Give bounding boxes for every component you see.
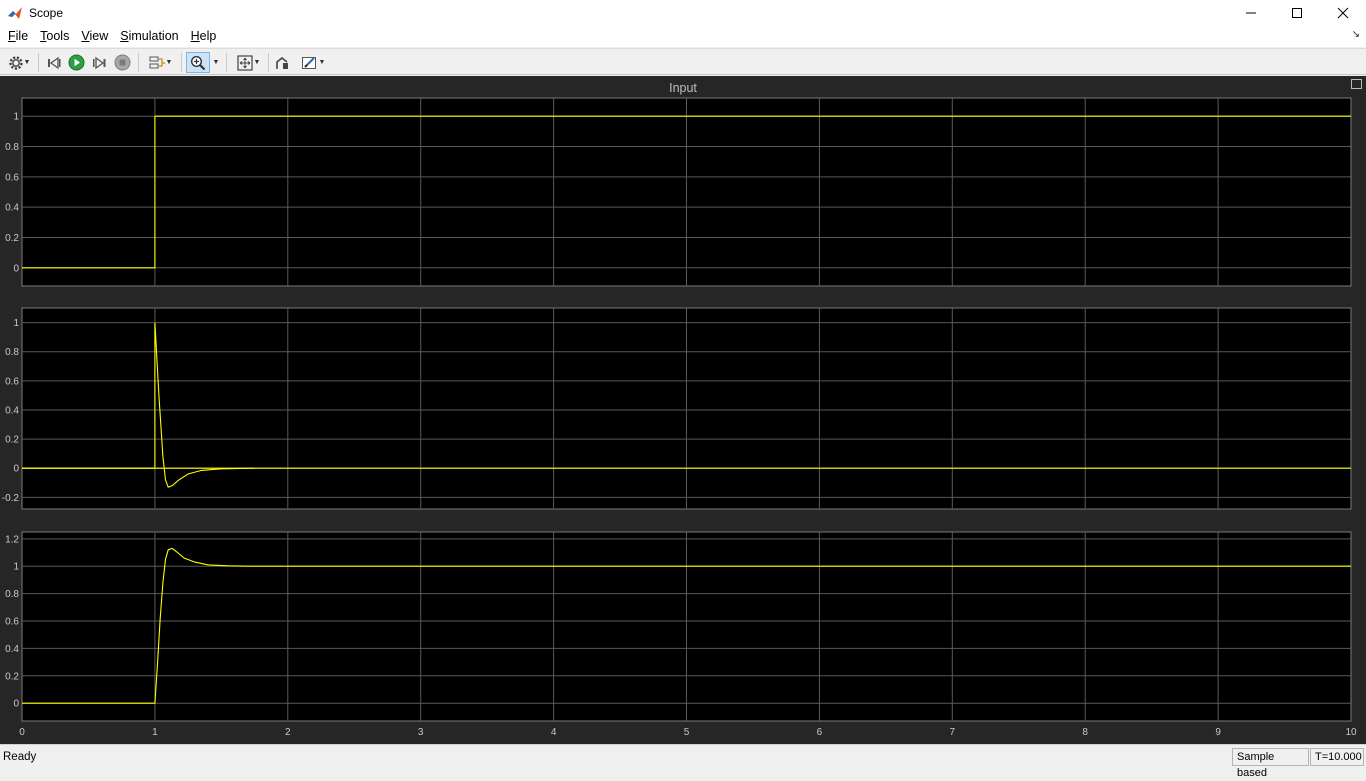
step-back-icon xyxy=(48,56,61,69)
y-tick-label: 0.4 xyxy=(5,203,19,214)
step-forward-button[interactable] xyxy=(89,52,109,73)
minimize-button[interactable] xyxy=(1228,0,1274,25)
chevron-down-icon: ▼ xyxy=(318,59,326,66)
maximize-button[interactable] xyxy=(1274,0,1320,25)
settings-icon xyxy=(8,55,23,70)
chevron-down-icon: ▼ xyxy=(165,59,173,66)
signal-selection-button[interactable]: ▼ xyxy=(144,52,176,73)
toolbar: ▼ ▼ ▼ ▼ ▼ xyxy=(0,48,1366,75)
y-tick-label: 0.4 xyxy=(5,405,19,416)
stop-icon xyxy=(114,54,130,71)
x-tick-label: 4 xyxy=(551,727,557,738)
undock-menu-icon[interactable]: ↘ xyxy=(1352,29,1360,40)
y-tick-label: 0.6 xyxy=(5,172,19,183)
settings-button[interactable]: ▼ xyxy=(4,52,34,73)
window-title: Scope xyxy=(29,5,64,20)
x-tick-label: 5 xyxy=(684,727,690,738)
scope-display: Input 0 0.2 0.4 0.6 0.8 1 -0.2 0 0.2 0.4 0.6 0.8 1 0 0… xyxy=(0,76,1366,744)
zoom-in-icon xyxy=(190,55,206,70)
fit-to-view-button[interactable]: ▼ xyxy=(231,52,265,73)
fit-to-view-icon xyxy=(236,54,253,71)
chevron-down-icon: ▼ xyxy=(23,59,31,66)
y-tick-label: 0.8 xyxy=(5,589,19,600)
status-bar: Ready Sample based T=10.000 xyxy=(0,744,1366,779)
menu-bar: File Tools View Simulation Help ↘ xyxy=(0,25,1366,47)
run-button[interactable] xyxy=(66,52,86,73)
x-tick-label: 3 xyxy=(418,727,424,738)
x-tick-label: 6 xyxy=(817,727,823,738)
y-tick-label: 0.2 xyxy=(5,435,19,446)
signal-selection-icon xyxy=(148,55,165,69)
sample-mode-indicator: Sample based xyxy=(1232,748,1309,779)
y-tick-label: 1 xyxy=(13,112,19,123)
y-tick-label: 1 xyxy=(13,562,19,573)
style-icon xyxy=(301,56,316,69)
menu-help[interactable]: Help xyxy=(185,26,223,46)
y-tick-label: 0.6 xyxy=(5,617,19,628)
close-button[interactable] xyxy=(1320,0,1366,25)
y-tick-label: 1.2 xyxy=(5,534,19,545)
menu-tools[interactable]: Tools xyxy=(34,26,75,46)
y-tick-label: 0.6 xyxy=(5,376,19,387)
x-tick-label: 7 xyxy=(950,727,956,738)
x-tick-label: 0 xyxy=(19,727,25,738)
menu-view[interactable]: View xyxy=(75,26,114,46)
minimize-icon xyxy=(1246,12,1256,13)
y-tick-label: 0 xyxy=(13,699,19,710)
x-tick-label: 9 xyxy=(1215,727,1221,738)
y-tick-label: 0.8 xyxy=(5,142,19,153)
toolbar-separator xyxy=(181,53,182,72)
y-tick-label: 0.2 xyxy=(5,233,19,244)
chevron-down-icon: ▼ xyxy=(253,59,261,66)
step-back-button[interactable] xyxy=(44,52,64,73)
close-icon xyxy=(1337,7,1349,18)
y-tick-label: 1 xyxy=(13,318,19,329)
x-tick-label: 1 xyxy=(152,727,158,738)
step-forward-icon xyxy=(93,56,106,69)
menu-simulation[interactable]: Simulation xyxy=(114,26,184,46)
simulation-time: T=10.000 xyxy=(1310,748,1364,766)
matlab-icon xyxy=(8,6,22,19)
x-tick-label: 10 xyxy=(1345,727,1357,738)
y-tick-label: 0.2 xyxy=(5,671,19,682)
highlight-block-icon xyxy=(276,56,288,69)
style-button[interactable]: ▼ xyxy=(296,52,330,73)
maximize-icon xyxy=(1292,7,1302,18)
y-tick-label: 0.4 xyxy=(5,644,19,655)
toolbar-separator xyxy=(38,53,39,72)
scope-plots[interactable]: 00.20.40.60.81-0.200.20.40.60.8100.20.40… xyxy=(0,76,1366,744)
status-text: Ready xyxy=(3,751,37,763)
y-tick-label: 0 xyxy=(13,263,19,274)
run-icon xyxy=(68,54,84,71)
x-tick-label: 2 xyxy=(285,727,291,738)
title-bar: Scope xyxy=(0,0,1366,25)
chevron-down-icon: ▼ xyxy=(212,59,220,66)
x-tick-label: 8 xyxy=(1082,727,1088,738)
stop-button[interactable] xyxy=(112,52,132,73)
zoom-options-dropdown[interactable]: ▼ xyxy=(210,52,222,73)
menu-file[interactable]: File xyxy=(2,26,34,46)
toolbar-separator xyxy=(138,53,139,72)
zoom-in-button[interactable] xyxy=(186,52,210,73)
y-tick-label: -0.2 xyxy=(2,493,20,504)
y-tick-label: 0 xyxy=(13,464,19,475)
y-tick-label: 0.8 xyxy=(5,347,19,358)
highlight-block-button[interactable] xyxy=(272,52,292,73)
toolbar-separator xyxy=(268,53,269,72)
toolbar-separator xyxy=(226,53,227,72)
